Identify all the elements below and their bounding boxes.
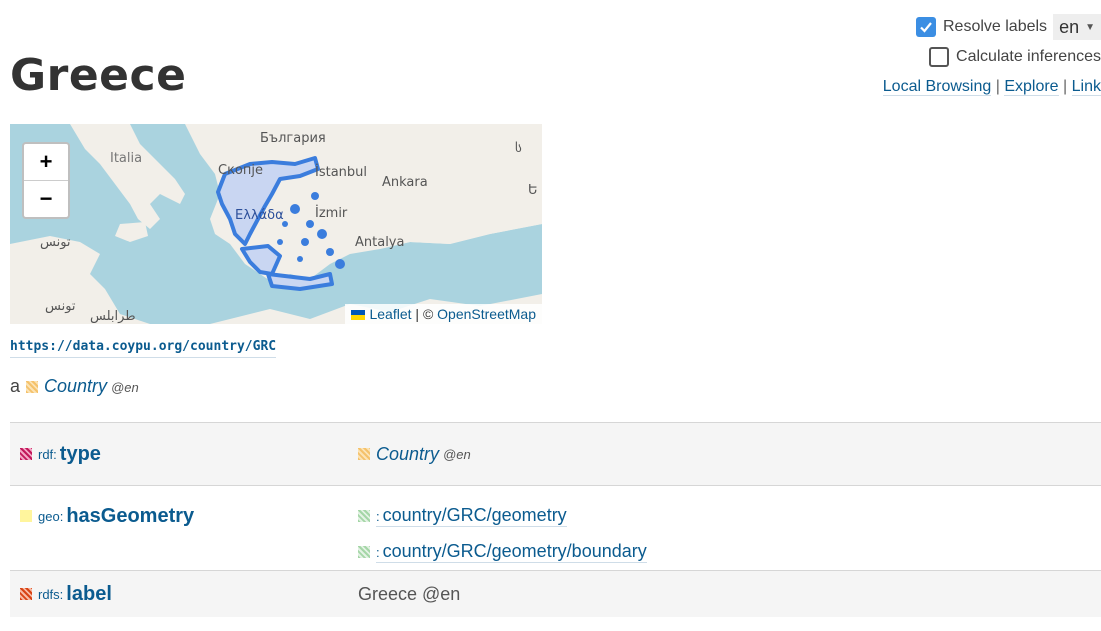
map-label: İstanbul — [315, 164, 367, 180]
type-prefix: a — [10, 376, 21, 396]
view-controls: Resolve labels en ▼ Calculate inferences… — [882, 12, 1101, 96]
rdfs-swatch-icon — [20, 588, 32, 600]
literal-value: Greece @en — [358, 583, 461, 604]
object-cell: Country @en — [358, 436, 1101, 472]
object-prefix: : — [376, 545, 380, 560]
separator: | — [995, 78, 1000, 95]
properties-table: rdf: type Country @en geo: hasGeometry :… — [10, 422, 1101, 617]
object-cell: : country/GRC/geometry : country/GRC/geome… — [358, 486, 1101, 570]
zoom-in-button[interactable]: + — [24, 144, 68, 180]
view-links: Local Browsing | Explore | Link — [882, 78, 1101, 96]
lang-tag: @en — [111, 380, 139, 395]
geometry-swatch-icon — [358, 510, 370, 522]
map-tiles: България Italia Скопје İstanbul Ankara İ… — [10, 124, 542, 324]
resource-uri-link[interactable]: https://data.coypu.org/country/GRC — [10, 339, 277, 358]
predicate-prefix: geo: — [38, 508, 64, 524]
resolve-labels-label[interactable]: Resolve labels — [943, 18, 1047, 36]
object-prefix: : — [376, 509, 380, 524]
explore-link[interactable]: Explore — [1004, 78, 1059, 96]
type-link[interactable]: Country — [44, 376, 107, 396]
map-label: Italia — [110, 151, 142, 166]
check-icon — [920, 22, 932, 33]
property-row: rdf: type Country @en — [10, 422, 1101, 485]
zoom-out-button[interactable]: − — [24, 180, 68, 217]
object-cell: Greece @en — [358, 571, 1101, 617]
language-select[interactable]: en ▼ — [1053, 14, 1101, 40]
map-label: Скопје — [218, 163, 263, 178]
language-value: en — [1059, 16, 1080, 37]
leaflet-link[interactable]: Leaflet — [369, 306, 411, 322]
map-label: Ե — [528, 183, 538, 198]
rdf-swatch-icon — [20, 448, 32, 460]
type-line: a Country @en — [10, 376, 139, 397]
map-label: İzmir — [315, 205, 348, 221]
chevron-down-icon: ▼ — [1085, 21, 1095, 33]
link-link[interactable]: Link — [1071, 78, 1101, 96]
predicate-hasgeometry-link[interactable]: hasGeometry — [66, 505, 194, 528]
predicate-label-link[interactable]: label — [66, 583, 112, 606]
attribution-separator: | © — [415, 306, 434, 322]
predicate-prefix: rdfs: — [38, 586, 64, 602]
property-row: rdfs: label Greece @en — [10, 570, 1101, 617]
zoom-control: + − — [22, 142, 70, 219]
ukraine-flag-icon — [351, 310, 366, 321]
calculate-inferences-label[interactable]: Calculate inferences — [956, 48, 1101, 66]
calculate-inferences-checkbox[interactable] — [929, 47, 950, 67]
object-text: country/GRC/geometry — [382, 505, 567, 525]
geo-swatch-icon — [20, 510, 32, 522]
page-title: Greece — [10, 50, 187, 101]
object-link[interactable]: : country/GRC/geometry/boundary — [376, 541, 647, 563]
predicate-cell: rdf: type — [10, 436, 358, 472]
resolve-labels-checkbox[interactable] — [916, 17, 936, 37]
map-label: ს — [515, 141, 522, 156]
object-link[interactable]: : country/GRC/geometry — [376, 505, 567, 527]
map-label: طرابلس — [90, 309, 136, 324]
map-label: България — [260, 131, 326, 146]
map[interactable]: България Italia Скопје İstanbul Ankara İ… — [10, 124, 542, 324]
class-swatch-icon — [26, 381, 39, 394]
map-label: تونس — [40, 235, 71, 250]
predicate-cell: geo: hasGeometry — [10, 486, 358, 570]
openstreetmap-link[interactable]: OpenStreetMap — [437, 306, 536, 322]
local-browsing-link[interactable]: Local Browsing — [882, 78, 992, 96]
lang-tag: @en — [443, 446, 471, 462]
geometry-swatch-icon — [358, 546, 370, 558]
object-link[interactable]: Country — [376, 444, 439, 465]
map-label: Antalya — [355, 235, 404, 250]
separator: | — [1063, 78, 1068, 95]
map-label: تونس — [45, 299, 76, 314]
predicate-cell: rdfs: label — [10, 571, 358, 617]
map-label: Ankara — [382, 175, 428, 190]
map-attribution: Leaflet | © OpenStreetMap — [345, 304, 542, 324]
resource-uri: https://data.coypu.org/country/GRC — [10, 339, 277, 358]
predicate-type-link[interactable]: type — [60, 443, 101, 466]
class-swatch-icon — [358, 448, 370, 460]
object-text: country/GRC/geometry/boundary — [382, 541, 647, 561]
predicate-prefix: rdf: — [38, 446, 57, 462]
property-row: geo: hasGeometry : country/GRC/geometry :… — [10, 485, 1101, 570]
map-label: Ελλάδα — [235, 208, 284, 223]
